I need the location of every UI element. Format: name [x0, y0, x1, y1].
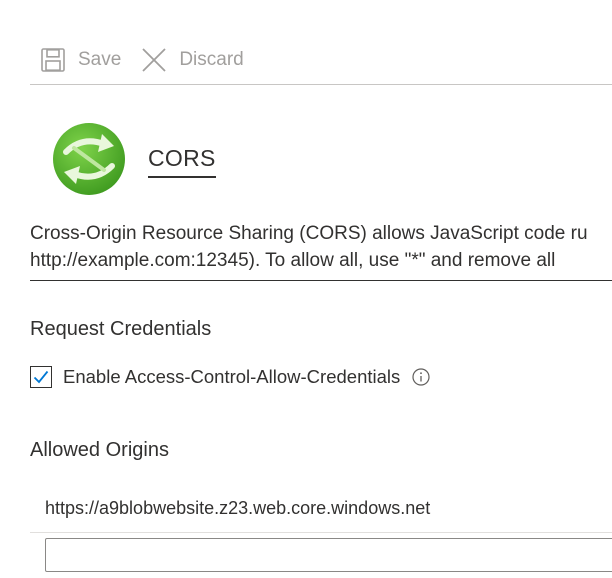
- save-icon: [41, 48, 65, 72]
- new-origin-input[interactable]: [45, 538, 612, 572]
- checkmark-icon: [33, 370, 49, 384]
- allow-credentials-label: Enable Access-Control-Allow-Credentials: [63, 366, 401, 387]
- origin-value: https://a9blobwebsite.z23.web.core.windo…: [45, 498, 431, 518]
- cors-description: Cross-Origin Resource Sharing (CORS) all…: [30, 220, 612, 281]
- info-icon[interactable]: [412, 368, 430, 386]
- discard-button-label: Discard: [179, 49, 244, 70]
- cors-logo-icon: [53, 123, 125, 195]
- allow-credentials-checkbox[interactable]: [30, 366, 52, 388]
- command-bar: Save Discard: [30, 36, 612, 85]
- allow-credentials-row[interactable]: Enable Access-Control-Allow-Credentials: [30, 366, 430, 388]
- page-title: CORS: [148, 145, 216, 178]
- close-icon: [142, 48, 166, 72]
- request-credentials-heading: Request Credentials: [30, 318, 212, 340]
- description-line-1: Cross-Origin Resource Sharing (CORS) all…: [30, 223, 588, 244]
- discard-button[interactable]: Discard: [141, 47, 244, 73]
- save-button-label: Save: [78, 49, 122, 70]
- save-button[interactable]: Save: [40, 47, 121, 73]
- origin-list-item[interactable]: https://a9blobwebsite.z23.web.core.windo…: [30, 490, 612, 533]
- description-line-2: http://example.com:12345). To allow all,…: [30, 250, 556, 271]
- title-wrap: CORS: [148, 145, 216, 178]
- cors-blade: Save Discard CORS Cross-Origin Resource …: [0, 0, 612, 578]
- allowed-origins-heading: Allowed Origins: [30, 439, 169, 461]
- blade-header: CORS: [52, 122, 216, 196]
